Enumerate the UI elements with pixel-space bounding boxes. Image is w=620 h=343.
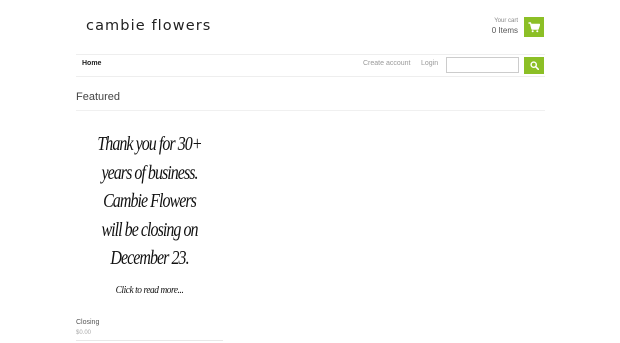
section-divider — [76, 110, 545, 111]
create-account-link[interactable]: Create account — [363, 60, 410, 67]
poster-line: Thank you for 30+ — [97, 133, 202, 155]
cart-icon — [528, 21, 540, 32]
product-divider — [76, 340, 223, 341]
poster-line: will be closing on — [101, 218, 198, 241]
product-title[interactable]: Closing — [76, 319, 99, 326]
store-logo[interactable]: cambie flowers — [86, 18, 211, 34]
main-nav: Home Create account Login — [76, 54, 545, 77]
search-icon — [529, 61, 539, 70]
search-button[interactable] — [524, 57, 544, 74]
login-link[interactable]: Login — [421, 60, 438, 67]
closing-announcement-image[interactable]: Thank you for 30+ years of business. Cam… — [76, 120, 223, 316]
cart-count[interactable]: 0 Items — [488, 26, 518, 36]
search-input[interactable] — [446, 57, 519, 73]
poster-line: Cambie Flowers — [103, 190, 197, 212]
product-price: $0.00 — [76, 330, 92, 336]
poster-line: years of business. — [101, 161, 198, 184]
cart-button[interactable] — [524, 17, 544, 37]
cart-summary[interactable]: Your cart 0 Items — [488, 17, 518, 36]
section-title: Featured — [76, 91, 121, 103]
cart-label: Your cart — [494, 18, 518, 24]
poster-line: December 23. — [110, 247, 189, 269]
read-more-text: Click to read more... — [115, 283, 184, 296]
nav-home-link[interactable]: Home — [82, 60, 101, 67]
